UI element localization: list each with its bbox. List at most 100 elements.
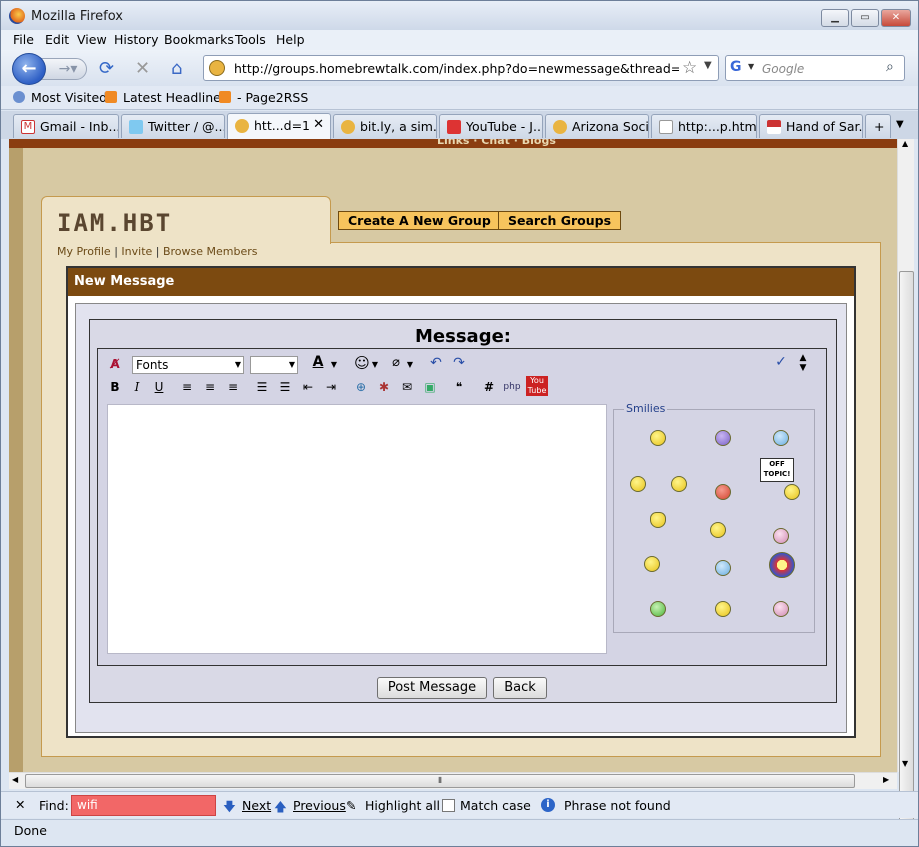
back-button[interactable]: ← [12,53,46,85]
smiley-icon[interactable]: ☺ [353,354,371,372]
spellcheck-icon[interactable]: ✓ [772,353,790,371]
vertical-scroll-thumb[interactable] [899,271,914,841]
group-logo[interactable]: IAM.HBT [57,209,172,237]
tab-gmail[interactable]: M Gmail - Inb... [13,114,119,138]
youtube-embed-icon[interactable]: You Tube [526,376,548,396]
tab-list-dropdown-icon[interactable]: ▼ [896,119,904,130]
my-profile-link[interactable]: My Profile [57,245,111,258]
menu-edit[interactable]: Edit [45,32,69,47]
highlight-icon[interactable]: ✎ [346,798,356,813]
align-left-icon[interactable]: ≡ [178,378,196,396]
bookmark-most-visited[interactable]: Most Visited [13,90,107,105]
cool-icon[interactable] [715,560,731,576]
font-select[interactable]: Fonts ▼ [132,356,244,374]
cheers-right-icon[interactable] [671,476,687,492]
sad-icon[interactable] [715,430,731,446]
address-bar[interactable]: http://groups.homebrewtalk.com/index.php… [203,55,719,81]
smile-icon[interactable] [650,430,666,446]
confused-icon[interactable] [773,430,789,446]
vertical-scrollbar[interactable]: ▲ ▼ [897,139,914,841]
thumbs-icon[interactable] [710,522,726,538]
tab-youtube[interactable]: YouTube - J... [439,114,543,138]
align-right-icon[interactable]: ≡ [224,378,242,396]
bookmark-page2rss[interactable]: - Page2RSS [219,90,308,105]
scroll-left-icon[interactable]: ◀ [12,775,18,784]
menu-view[interactable]: View [77,32,107,47]
attachment-icon[interactable]: ⌀ [388,354,404,372]
angry-icon[interactable] [715,484,731,500]
google-engine-icon[interactable]: G [730,59,742,75]
search-groups-button[interactable]: Search Groups [498,211,622,230]
match-case-label[interactable]: Match case [460,798,531,813]
happy-icon[interactable] [773,601,789,617]
tab-homebrewtalk[interactable]: htt...d=1 ✕ [227,113,331,139]
bookmark-latest-headlines[interactable]: Latest Headlines [105,90,227,105]
attachment-dropdown-icon[interactable]: ▼ [406,356,414,374]
match-case-checkbox[interactable] [442,799,455,812]
rainbow-icon[interactable] [769,552,795,578]
top-links[interactable]: Links · Chat · Blogs [437,139,556,147]
off-topic-icon[interactable]: OFF TOPIC! [760,458,794,482]
resize-toggle-icon[interactable]: ▲ ▼ [798,353,808,373]
search-bar[interactable]: G ▼ Google ⌕ [725,55,905,81]
insert-link-icon[interactable]: ⊕ [352,378,370,396]
remove-format-icon[interactable]: A̸ [106,355,124,373]
stop-icon[interactable]: ✕ [135,59,150,79]
undo-icon[interactable]: ↶ [428,354,444,372]
browse-members-link[interactable]: Browse Members [163,245,258,258]
scroll-up-icon[interactable]: ▲ [902,139,908,148]
outdent-icon[interactable]: ⇤ [299,378,317,396]
arrow-up-icon[interactable]: 🡅 [274,798,287,819]
indent-icon[interactable]: ⇥ [322,378,340,396]
banana-icon[interactable] [650,512,666,528]
scroll-right-icon[interactable]: ▶ [883,775,889,784]
search-icon[interactable]: ⌕ [886,59,894,75]
find-previous-button[interactable]: Previous [293,798,346,813]
quote-icon[interactable]: ❝ [450,378,468,396]
menu-tools[interactable]: Tools [235,32,266,47]
align-center-icon[interactable]: ≡ [201,378,219,396]
engine-dropdown-icon[interactable]: ▼ [748,62,754,71]
search-input[interactable]: Google [762,62,804,76]
reload-icon[interactable]: ⟳ [99,59,114,79]
unordered-list-icon[interactable]: ☰ [276,378,294,396]
invite-link[interactable]: Invite [121,245,152,258]
post-message-button[interactable]: Post Message [377,677,487,699]
email-link-icon[interactable]: ✉ [398,378,416,396]
grin-icon[interactable] [650,601,666,617]
menu-help[interactable]: Help [276,32,305,47]
new-tab-button[interactable]: + [865,114,891,138]
menu-history[interactable]: History [114,32,158,47]
find-next-button[interactable]: Next [242,798,271,813]
highlight-all-button[interactable]: Highlight all [365,798,440,813]
tab-bitly[interactable]: bit.ly, a sim... [333,114,437,138]
php-icon[interactable]: php [503,378,521,396]
tab-arizona[interactable]: Arizona Soci... [545,114,649,138]
menu-file[interactable]: File [13,32,34,47]
create-group-button[interactable]: Create A New Group [338,211,501,230]
address-url[interactable]: http://groups.homebrewtalk.com/index.php… [234,61,679,76]
tab-hand-of-sar[interactable]: Hand of Sar... [759,114,863,138]
close-tab-icon[interactable]: ✕ [313,117,324,132]
close-window-button[interactable]: ✕ [881,9,911,27]
text-color-icon[interactable]: A [308,353,328,371]
horizontal-scroll-thumb[interactable]: ⦀ [25,774,855,788]
menu-bookmarks[interactable]: Bookmarks [164,32,234,47]
scroll-down-icon[interactable]: ▼ [902,759,908,768]
dizzy-icon[interactable] [715,601,731,617]
underline-icon[interactable]: U [150,378,168,396]
tab-http-page[interactable]: http:...p.html [651,114,757,138]
cheers-left-icon[interactable] [630,476,646,492]
off-topic-smiley-icon[interactable] [784,484,800,500]
italic-icon[interactable]: I [128,378,146,396]
minimize-button[interactable]: ▁ [821,9,849,27]
bold-icon[interactable]: B [106,378,124,396]
code-hash-icon[interactable]: # [480,378,498,396]
salute-icon[interactable] [644,556,660,572]
horizontal-scrollbar[interactable]: ◀ ⦀ ▶ [9,772,897,789]
insert-image-icon[interactable]: ▣ [421,378,439,396]
close-find-icon[interactable]: ✕ [15,797,25,812]
arrow-down-icon[interactable]: 🡇 [223,798,236,819]
redo-icon[interactable]: ↷ [451,354,467,372]
text-color-dropdown-icon[interactable]: ▼ [330,356,338,374]
